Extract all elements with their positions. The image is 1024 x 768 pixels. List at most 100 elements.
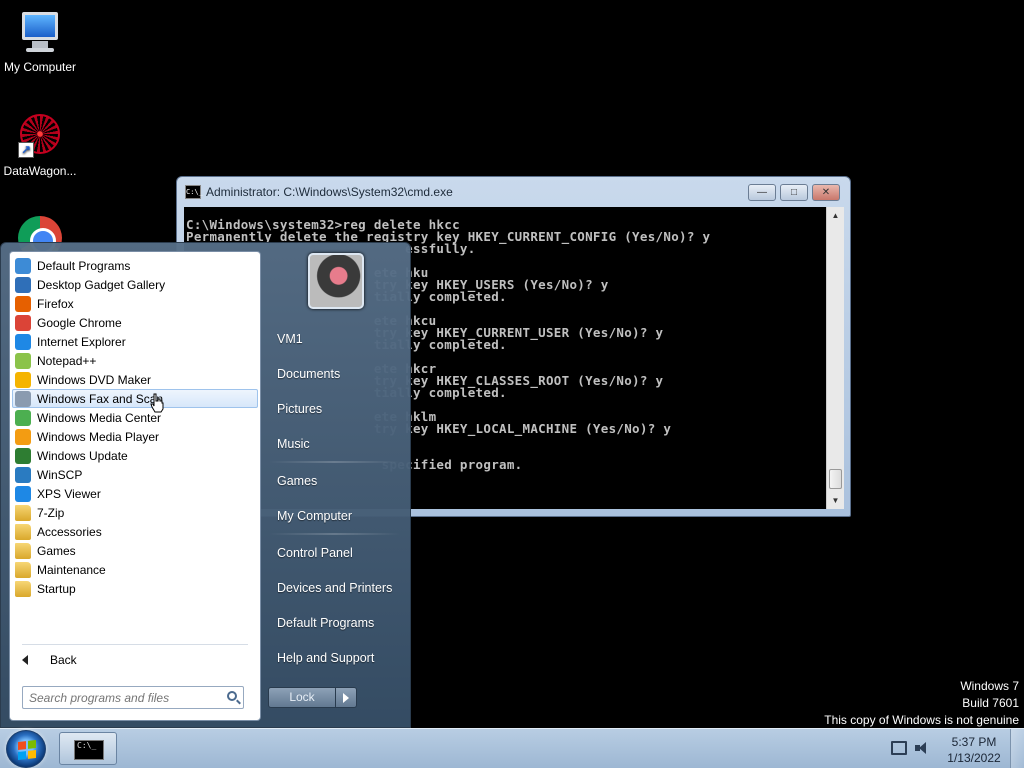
cmd-icon: C:\_ <box>74 740 104 760</box>
watermark-genuine: This copy of Windows is not genuine <box>824 713 1019 727</box>
back-arrow-icon <box>22 655 28 665</box>
lock-control: Lock <box>268 687 357 708</box>
program-label: Windows Media Player <box>37 429 160 444</box>
start-menu-link[interactable]: VM1 <box>263 321 408 356</box>
program-label: Google Chrome <box>37 315 122 330</box>
program-label: Internet Explorer <box>37 334 126 349</box>
program-label: Accessories <box>37 524 102 539</box>
watermark-build: Build 7601 <box>962 696 1019 710</box>
back-label: Back <box>50 653 77 667</box>
start-menu-right-pane: VM1 Documents Pictures Music Games My Compute… <box>263 321 408 675</box>
program-icon <box>15 352 31 369</box>
program-icon <box>15 276 31 293</box>
program-icon <box>15 314 31 331</box>
desktop-icon-datawagon[interactable]: ↗ DataWagon... <box>0 112 80 178</box>
show-desktop-button[interactable] <box>1010 729 1024 768</box>
folder-icon <box>15 523 31 540</box>
start-menu-link[interactable]: Music <box>263 426 408 461</box>
desktop-icon-my-computer[interactable]: My Computer <box>0 8 80 74</box>
program-item[interactable]: Firefox <box>12 294 258 313</box>
minimize-button[interactable]: — <box>748 184 776 201</box>
program-item[interactable]: Notepad++ <box>12 351 258 370</box>
start-menu-link[interactable]: Pictures <box>263 391 408 426</box>
program-item[interactable]: 7-Zip <box>12 503 258 522</box>
program-label: Windows DVD Maker <box>37 372 152 387</box>
start-button[interactable] <box>6 730 46 768</box>
network-icon[interactable] <box>891 741 907 755</box>
maximize-button[interactable]: □ <box>780 184 808 201</box>
program-label: Notepad++ <box>37 353 97 368</box>
start-menu: Default Programs Desktop Gadget Gallery Fi… <box>0 242 411 728</box>
program-icon <box>15 447 31 464</box>
start-menu-link[interactable]: Games <box>263 463 408 498</box>
program-icon <box>15 371 31 388</box>
watermark-os: Windows 7 <box>960 679 1019 693</box>
program-icon <box>15 295 31 312</box>
program-item[interactable]: Google Chrome <box>12 313 258 332</box>
windows-watermark: Windows 7 Build 7601 This copy of Window… <box>824 678 1019 729</box>
folder-icon <box>15 580 31 597</box>
program-item[interactable]: Windows Update <box>12 446 258 465</box>
folder-icon <box>15 542 31 559</box>
program-item[interactable]: XPS Viewer <box>12 484 258 503</box>
windows-logo-icon <box>18 740 36 760</box>
cmd-window-icon: C:\_ <box>185 185 203 199</box>
all-programs-list: Default Programs Desktop Gadget Gallery Fi… <box>12 256 258 598</box>
scroll-up-arrow-icon[interactable]: ▲ <box>827 207 844 224</box>
program-label: Windows Fax and Scan <box>37 391 164 406</box>
program-label: Windows Media Center <box>37 410 162 425</box>
cmd-scrollbar[interactable]: ▲ ▼ <box>826 207 844 509</box>
program-icon <box>15 428 31 445</box>
search-box[interactable] <box>22 686 244 709</box>
program-label: Default Programs <box>37 258 131 273</box>
clock[interactable]: 5:37 PM 1/13/2022 <box>940 734 1008 766</box>
program-label: Games <box>37 543 76 558</box>
program-icon <box>15 257 31 274</box>
program-item[interactable]: Windows Fax and Scan <box>12 389 258 408</box>
taskbar: C:\_ 5:37 PM 1/13/2022 <box>0 728 1024 768</box>
program-icon <box>15 485 31 502</box>
start-menu-link[interactable]: Control Panel <box>263 535 408 570</box>
program-label: Startup <box>37 581 76 596</box>
taskbar-cmd-button[interactable]: C:\_ <box>59 732 117 765</box>
start-menu-programs-pane: Default Programs Desktop Gadget Gallery Fi… <box>9 251 261 721</box>
folder-icon <box>15 504 31 521</box>
program-item[interactable]: Internet Explorer <box>12 332 258 351</box>
back-button[interactable]: Back <box>20 650 77 670</box>
program-item[interactable]: Maintenance <box>12 560 258 579</box>
program-item[interactable]: Accessories <box>12 522 258 541</box>
divider <box>22 644 248 645</box>
start-menu-link[interactable]: Documents <box>263 356 408 391</box>
search-icon[interactable] <box>227 691 237 701</box>
lock-button[interactable]: Lock <box>268 687 336 708</box>
program-item[interactable]: Windows Media Center <box>12 408 258 427</box>
program-label: Maintenance <box>37 562 106 577</box>
clock-time: 5:37 PM <box>951 735 997 749</box>
program-item[interactable]: Games <box>12 541 258 560</box>
program-item[interactable]: WinSCP <box>12 465 258 484</box>
program-item[interactable]: Startup <box>12 579 258 598</box>
program-icon <box>15 390 31 407</box>
program-item[interactable]: Windows DVD Maker <box>12 370 258 389</box>
program-item[interactable]: Default Programs <box>12 256 258 275</box>
start-menu-link[interactable]: Default Programs <box>263 605 408 640</box>
program-label: XPS Viewer <box>37 486 101 501</box>
volume-icon[interactable] <box>915 741 929 755</box>
program-icon <box>15 466 31 483</box>
scroll-thumb[interactable] <box>829 469 842 489</box>
start-menu-link[interactable]: Devices and Printers <box>263 570 408 605</box>
close-button[interactable]: ✕ <box>812 184 840 201</box>
start-menu-link[interactable]: Help and Support <box>263 640 408 675</box>
datawagon-icon: ↗ <box>16 112 64 160</box>
desktop-icon-label: My Computer <box>3 60 77 74</box>
user-avatar[interactable] <box>308 253 364 309</box>
cmd-window-title: Administrator: C:\Windows\System32\cmd.e… <box>206 185 453 199</box>
scroll-down-arrow-icon[interactable]: ▼ <box>827 492 844 509</box>
program-item[interactable]: Desktop Gadget Gallery <box>12 275 258 294</box>
program-icon <box>15 409 31 426</box>
program-item[interactable]: Windows Media Player <box>12 427 258 446</box>
start-menu-link[interactable]: My Computer <box>263 498 408 533</box>
search-input[interactable] <box>23 687 219 708</box>
shutdown-options-arrow-icon[interactable] <box>336 687 357 708</box>
program-label: WinSCP <box>37 467 83 482</box>
